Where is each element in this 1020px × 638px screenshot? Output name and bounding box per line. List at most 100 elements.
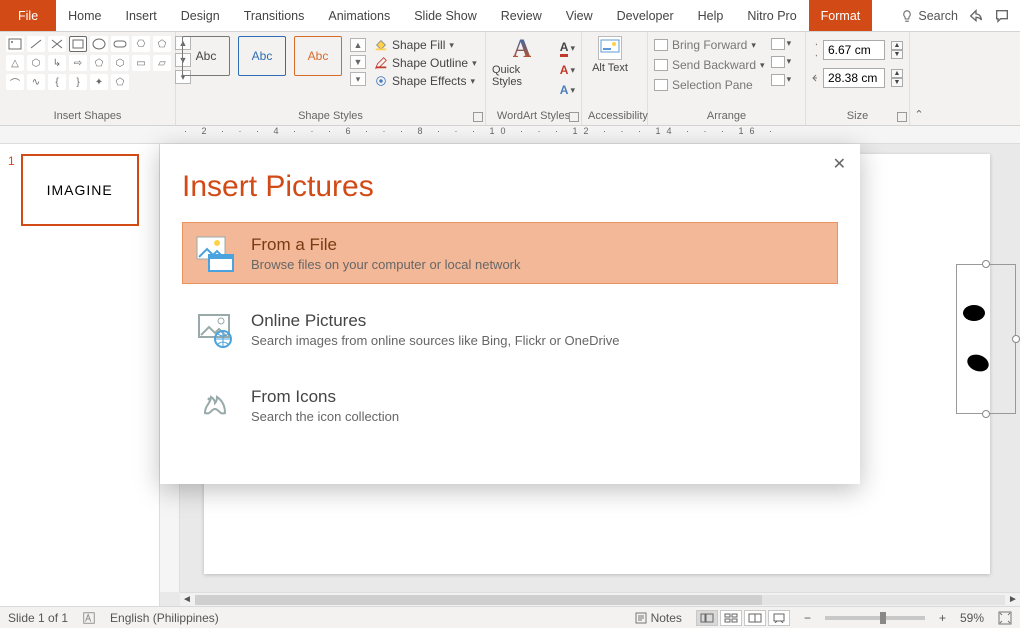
tab-animations[interactable]: Animations: [316, 0, 402, 31]
scroll-left[interactable]: ◄: [180, 594, 194, 605]
thumb-number: 1: [8, 154, 15, 226]
from-file-icon: [195, 233, 235, 273]
style-sample-1[interactable]: Abc: [182, 36, 230, 76]
text-effects-button[interactable]: A▾: [560, 83, 575, 97]
styles-more[interactable]: ▾: [350, 72, 366, 86]
zoom-knob[interactable]: [880, 612, 886, 624]
sorter-view-button[interactable]: [720, 610, 742, 626]
normal-view-button[interactable]: [696, 610, 718, 626]
slide-thumbnail-1[interactable]: IMAGINE: [21, 154, 139, 226]
width-input[interactable]: [823, 68, 885, 88]
tab-nitro[interactable]: Nitro Pro: [735, 0, 808, 31]
notes-button[interactable]: Notes: [635, 611, 682, 625]
wordart-quickstyles[interactable]: A: [513, 36, 532, 62]
zoom-level[interactable]: 59%: [960, 611, 984, 625]
horizontal-scrollbar[interactable]: ◄ ►: [180, 592, 1020, 606]
status-language[interactable]: English (Philippines): [110, 611, 219, 625]
zoom-out[interactable]: −: [804, 611, 811, 625]
wordart-dialog-launcher[interactable]: [569, 112, 579, 122]
group-icon: [771, 56, 785, 68]
tab-format[interactable]: Format: [809, 0, 873, 31]
resize-handle-top[interactable]: [982, 260, 990, 268]
collapse-ribbon[interactable]: ⌃: [910, 32, 928, 125]
rotate-icon: [771, 74, 785, 86]
tab-file[interactable]: File: [0, 0, 56, 31]
spellcheck-icon[interactable]: [82, 611, 96, 625]
shape-styles-dialog-launcher[interactable]: [473, 112, 483, 122]
comments-icon[interactable]: [994, 8, 1010, 24]
shape-glyph: [963, 305, 985, 321]
bucket-icon: [374, 38, 388, 52]
tab-insert[interactable]: Insert: [114, 0, 169, 31]
tab-home[interactable]: Home: [56, 0, 113, 31]
group-button[interactable]: ▾: [771, 56, 792, 68]
tab-review[interactable]: Review: [489, 0, 554, 31]
send-backward-button[interactable]: Send Backward▾: [654, 58, 765, 72]
from-icons-icon: [195, 385, 235, 425]
online-pictures-icon: [195, 309, 235, 349]
tell-me-search[interactable]: Search: [900, 9, 958, 23]
shapes-gallery[interactable]: ⎔ ⬠ △ ⬡ ↳ ⇨ ⬠ ⬡ ▭ ▱ ⌒ ∿ { } ✦ ⬠: [6, 36, 171, 90]
group-arrange: Bring Forward▾ Send Backward▾ Selection …: [648, 32, 806, 125]
zoom-in[interactable]: +: [939, 611, 946, 625]
lightbulb-icon: [900, 9, 914, 23]
share-icon[interactable]: [968, 8, 984, 24]
tab-developer[interactable]: Developer: [605, 0, 686, 31]
slideshow-view-button[interactable]: [768, 610, 790, 626]
rotate-button[interactable]: ▾: [771, 74, 792, 86]
workspace: 1 IMAGINE · 2 · 4 · 6 · 8 · ◄ ► ✕ Insert…: [0, 144, 1020, 606]
shape-outline-button[interactable]: Shape Outline▾: [374, 56, 477, 70]
group-size: ▲▼ ▲▼ Size: [806, 32, 910, 125]
effects-icon: [374, 74, 388, 88]
alt-text-button[interactable]: Alt Text: [588, 36, 632, 74]
insert-online-pictures[interactable]: Online Pictures Search images from onlin…: [182, 298, 838, 360]
selection-pane-button[interactable]: Selection Pane: [654, 78, 765, 92]
zoom-slider[interactable]: [825, 616, 925, 620]
bring-forward-button[interactable]: Bring Forward▾: [654, 38, 765, 52]
horizontal-ruler-area: · 2 · · · 4 · · · 6 · · · 8 · · · 10 · ·…: [0, 126, 1020, 144]
align-button[interactable]: ▾: [771, 38, 792, 50]
width-down[interactable]: ▼: [891, 78, 903, 87]
size-dialog-launcher[interactable]: [897, 112, 907, 122]
tab-transitions[interactable]: Transitions: [232, 0, 317, 31]
tab-view[interactable]: View: [554, 0, 605, 31]
horizontal-ruler[interactable]: · 2 · · · 4 · · · 6 · · · 8 · · · 10 · ·…: [180, 126, 1020, 143]
tab-help[interactable]: Help: [686, 0, 736, 31]
styles-scroll-down[interactable]: ▼: [350, 55, 366, 69]
status-bar: Slide 1 of 1 English (Philippines) Notes…: [0, 606, 1020, 628]
shape-style-gallery[interactable]: Abc Abc Abc: [182, 36, 342, 76]
tab-design[interactable]: Design: [169, 0, 232, 31]
slide-thumbnails-pane[interactable]: 1 IMAGINE: [0, 144, 160, 606]
group-wordart: A Quick Styles A▾ A▾ A▾ WordArt Styles: [486, 32, 582, 125]
from-file-title: From a File: [251, 235, 521, 255]
fit-to-window-icon[interactable]: [998, 611, 1012, 625]
resize-handle-right[interactable]: [1012, 335, 1020, 343]
text-fill-button[interactable]: A▾: [560, 40, 575, 57]
height-down[interactable]: ▼: [891, 50, 903, 59]
group-label-size: Size: [812, 108, 903, 125]
shape-effects-button[interactable]: Shape Effects▾: [374, 74, 477, 88]
height-input[interactable]: [823, 40, 885, 60]
resize-handle-bottom[interactable]: [982, 410, 990, 418]
send-backward-icon: [654, 59, 668, 71]
scroll-right[interactable]: ►: [1006, 594, 1020, 605]
styles-scroll-up[interactable]: ▲: [350, 38, 366, 52]
text-outline-button[interactable]: A▾: [560, 63, 575, 77]
insert-from-file[interactable]: From a File Browse files on your compute…: [182, 222, 838, 284]
shape-glyph: [965, 352, 991, 375]
selected-shape[interactable]: [956, 264, 1016, 414]
shape-fill-button[interactable]: Shape Fill▾: [374, 38, 477, 52]
insert-from-icons[interactable]: From Icons Search the icon collection: [182, 374, 838, 436]
height-up[interactable]: ▲: [891, 41, 903, 50]
icons-title: From Icons: [251, 387, 399, 407]
style-sample-2[interactable]: Abc: [238, 36, 286, 76]
dialog-close-button[interactable]: ✕: [833, 154, 846, 174]
group-label-arrange: Arrange: [654, 108, 799, 125]
width-up[interactable]: ▲: [891, 69, 903, 78]
scroll-thumb[interactable]: [195, 595, 762, 605]
style-sample-3[interactable]: Abc: [294, 36, 342, 76]
tab-slideshow[interactable]: Slide Show: [402, 0, 489, 31]
dialog-title: Insert Pictures: [160, 144, 860, 214]
reading-view-button[interactable]: [744, 610, 766, 626]
group-label-accessibility: Accessibility: [588, 108, 641, 125]
